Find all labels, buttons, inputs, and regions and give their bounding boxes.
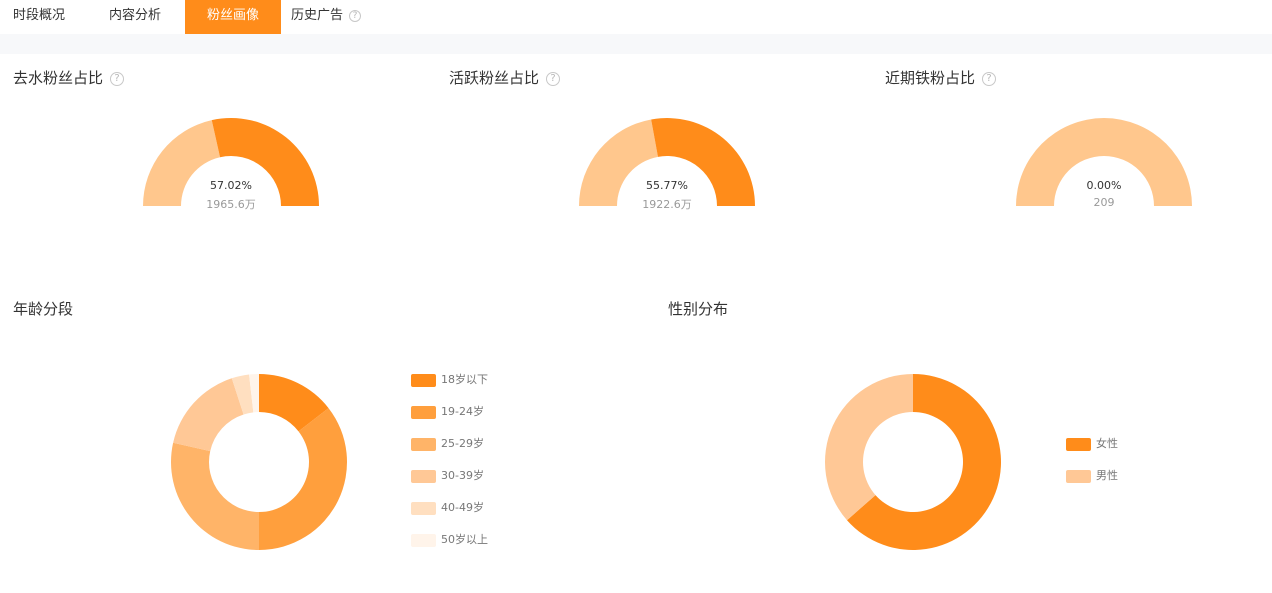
gauge-value-label: 57.02% — [210, 179, 252, 192]
gauge-chart-loyal-fans — [1016, 118, 1192, 206]
tab-time-overview[interactable]: 时段概况 — [13, 0, 65, 34]
legend-label: 30-39岁 — [441, 469, 484, 482]
help-icon[interactable]: ? — [546, 71, 561, 86]
legend-label: 男性 — [1096, 469, 1118, 482]
tab-content-analysis[interactable]: 内容分析 — [109, 0, 161, 34]
chart-title: 性别分布 — [668, 300, 729, 318]
chart-title: 近期铁粉占比 — [885, 69, 976, 87]
chart-title: 年龄分段 — [13, 300, 74, 318]
legend-swatch — [1066, 470, 1091, 483]
donut-slice[interactable] — [173, 378, 244, 452]
legend-label: 18岁以下 — [441, 373, 488, 386]
legend-age: 18岁以下 19-24岁 25-29岁 30-39岁 40-49岁 50岁以上 — [411, 373, 521, 553]
tab-label: 内容分析 — [109, 8, 162, 23]
donut-slice[interactable] — [259, 408, 347, 550]
gauge-filled-arc — [211, 118, 319, 206]
donut-slice[interactable] — [825, 374, 913, 521]
chart-title-age: 年龄分段 — [13, 298, 73, 319]
tab-fan-profile[interactable]: 粉丝画像 — [185, 0, 281, 34]
legend-label: 19-24岁 — [441, 405, 484, 418]
help-icon[interactable]: ? — [349, 9, 362, 22]
chart-title: 活跃粉丝占比 — [449, 69, 540, 87]
legend-swatch — [1066, 438, 1091, 451]
gauge-remaining-arc — [1016, 118, 1192, 206]
help-icon[interactable]: ? — [110, 71, 125, 86]
tab-bar: 时段概况 内容分析 粉丝画像 历史广告? — [0, 0, 1272, 34]
gauge-sub-label: 1965.6万 — [206, 198, 256, 211]
gauge-sub-label: 1922.6万 — [642, 198, 692, 211]
gauge-chart-dewatered-fans — [143, 118, 319, 206]
donut-chart-gender — [825, 374, 1001, 550]
tab-label: 粉丝画像 — [206, 8, 259, 23]
tab-label: 历史广告 — [291, 8, 344, 23]
legend-swatch — [411, 470, 436, 483]
legend-swatch — [411, 438, 436, 451]
chart-title: 去水粉丝占比 — [13, 69, 104, 87]
gauge-sub-label: 209 — [1093, 196, 1115, 209]
gauge-value-label: 55.77% — [646, 179, 688, 192]
legend-label: 50岁以上 — [441, 533, 488, 546]
gauge-remaining-arc — [579, 119, 658, 206]
help-icon[interactable]: ? — [982, 71, 997, 86]
tab-ad-history[interactable]: 历史广告? — [291, 0, 362, 34]
legend-swatch — [411, 502, 436, 515]
legend-label: 25-29岁 — [441, 437, 484, 450]
chart-title-loyal-fans: 近期铁粉占比? — [885, 67, 997, 88]
chart-title-dewatered-fans: 去水粉丝占比? — [13, 67, 125, 88]
gauge-chart-active-fans — [579, 118, 755, 206]
chart-title-gender: 性别分布 — [668, 298, 728, 319]
tab-label: 时段概况 — [13, 8, 66, 23]
legend-swatch — [411, 406, 436, 419]
legend-gender: 女性 男性 — [1066, 437, 1146, 487]
gauge-remaining-arc — [143, 120, 221, 206]
legend-swatch — [411, 534, 436, 547]
gauge-filled-arc — [651, 118, 755, 206]
donut-chart-age — [171, 374, 347, 550]
legend-swatch — [411, 374, 436, 387]
legend-label: 40-49岁 — [441, 501, 484, 514]
gauge-value-label: 0.00% — [1086, 179, 1122, 192]
donut-slice[interactable] — [171, 442, 259, 550]
legend-label: 女性 — [1096, 437, 1118, 450]
chart-title-active-fans: 活跃粉丝占比? — [449, 67, 561, 88]
section-divider — [0, 34, 1272, 54]
